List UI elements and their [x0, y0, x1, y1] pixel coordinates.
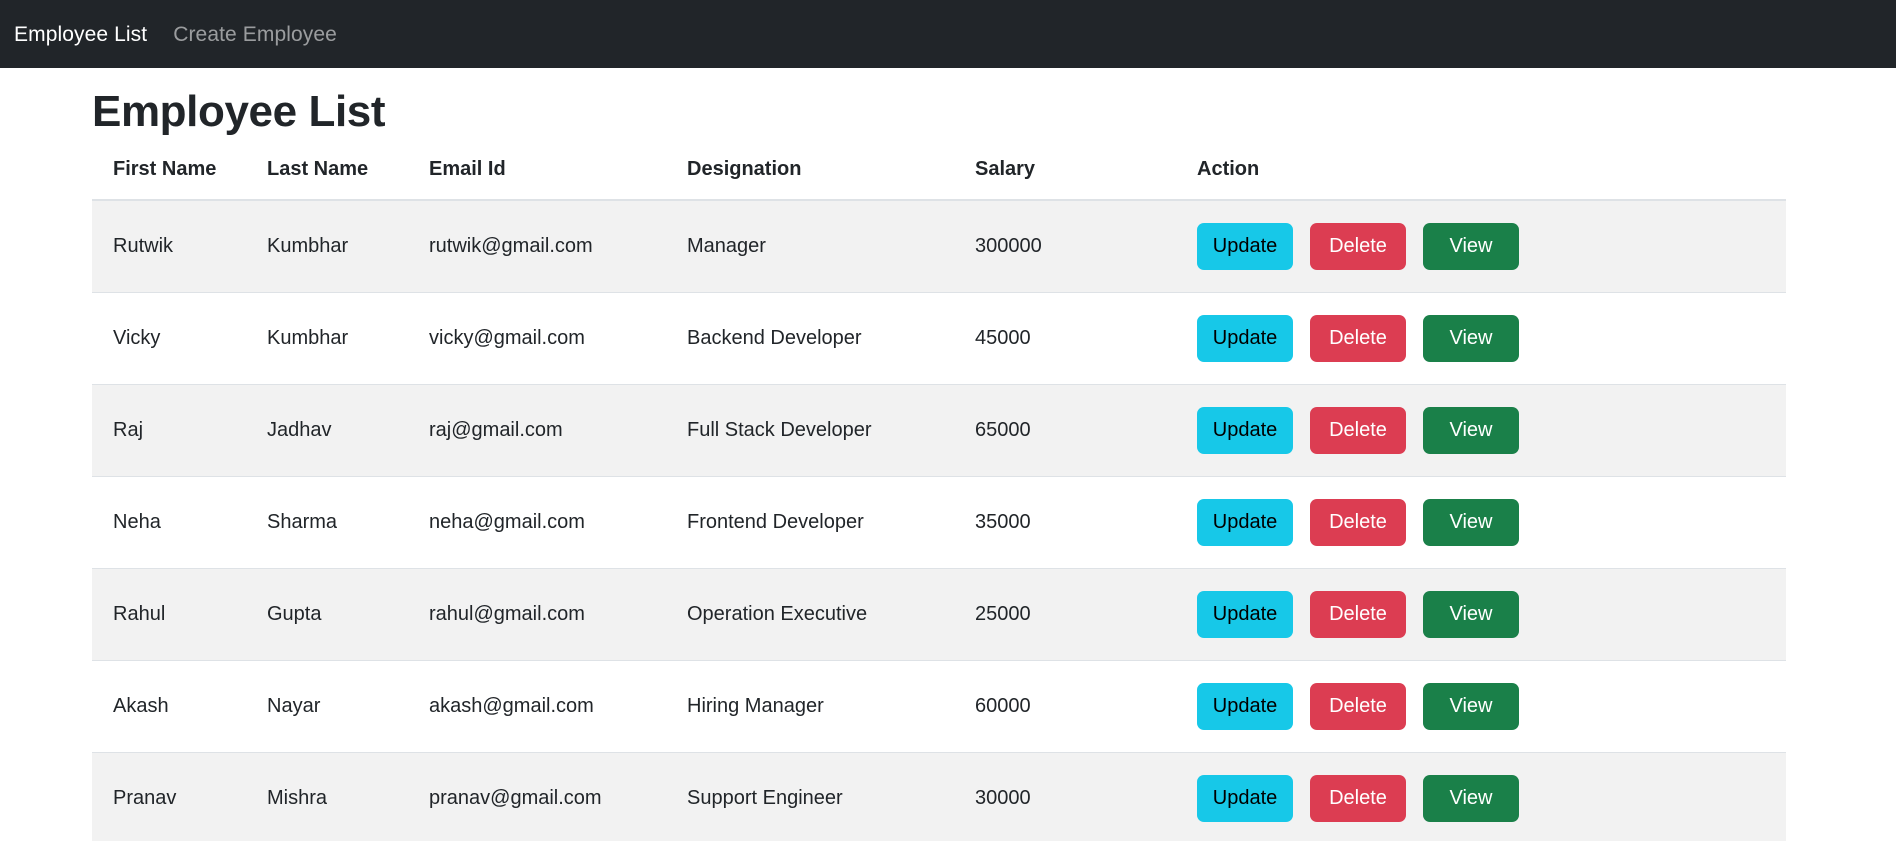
cell-last-name: Gupta	[267, 568, 429, 662]
cell-salary: 45000	[975, 292, 1197, 386]
cell-action: Update Delete View	[1197, 568, 1786, 662]
cell-email-id: akash@gmail.com	[429, 660, 687, 754]
cell-last-name: Mishra	[267, 752, 429, 841]
table-row: Vicky Kumbhar vicky@gmail.com Backend Devel…	[92, 292, 1786, 386]
page-title: Employee List	[92, 87, 386, 136]
table-row: Rutwik Kumbhar rutwik@gmail.com Manager 3000…	[92, 200, 1786, 294]
column-header-salary: Salary	[975, 158, 1197, 202]
cell-first-name: Vicky	[92, 292, 267, 386]
delete-button[interactable]: Delete	[1310, 683, 1406, 731]
cell-last-name: Sharma	[267, 476, 429, 570]
nav-link-employee-list[interactable]: Employee List	[14, 24, 147, 45]
cell-email-id: raj@gmail.com	[429, 384, 687, 478]
cell-email-id: pranav@gmail.com	[429, 752, 687, 841]
column-header-last-name: Last Name	[267, 158, 429, 202]
table-header-row: First Name Last Name Email Id Designatio…	[92, 158, 1786, 202]
cell-email-id: rahul@gmail.com	[429, 568, 687, 662]
cell-salary: 60000	[975, 660, 1197, 754]
cell-designation: Operation Executive	[687, 568, 975, 662]
top-navbar: Employee List Create Employee	[0, 0, 1896, 68]
cell-designation: Backend Developer	[687, 292, 975, 386]
update-button[interactable]: Update	[1197, 683, 1293, 731]
cell-salary: 300000	[975, 200, 1197, 294]
table-row: Pranav Mishra pranav@gmail.com Support Engi…	[92, 752, 1786, 841]
page-content: Employee List First Name Last Name Email…	[0, 87, 1896, 841]
delete-button[interactable]: Delete	[1310, 407, 1406, 455]
view-button[interactable]: View	[1423, 683, 1519, 731]
cell-last-name: Kumbhar	[267, 200, 429, 294]
employee-table: First Name Last Name Email Id Designatio…	[92, 158, 1786, 841]
action-button-group: Update Delete View	[1197, 775, 1786, 823]
cell-action: Update Delete View	[1197, 200, 1786, 294]
cell-salary: 30000	[975, 752, 1197, 841]
view-button[interactable]: View	[1423, 315, 1519, 363]
cell-designation: Hiring Manager	[687, 660, 975, 754]
table-row: Raj Jadhav raj@gmail.com Full Stack Develop…	[92, 384, 1786, 478]
action-button-group: Update Delete View	[1197, 683, 1786, 731]
cell-first-name: Pranav	[92, 752, 267, 841]
column-header-action: Action	[1197, 158, 1786, 202]
cell-salary: 35000	[975, 476, 1197, 570]
employee-table-container: First Name Last Name Email Id Designatio…	[92, 158, 1786, 841]
action-button-group: Update Delete View	[1197, 407, 1786, 455]
table-header: First Name Last Name Email Id Designatio…	[92, 158, 1786, 202]
update-button[interactable]: Update	[1197, 499, 1293, 547]
update-button[interactable]: Update	[1197, 775, 1293, 823]
cell-action: Update Delete View	[1197, 384, 1786, 478]
delete-button[interactable]: Delete	[1310, 775, 1406, 823]
update-button[interactable]: Update	[1197, 407, 1293, 455]
table-row: Rahul Gupta rahul@gmail.com Operation Execu…	[92, 568, 1786, 662]
cell-action: Update Delete View	[1197, 476, 1786, 570]
column-header-first-name: First Name	[92, 158, 267, 202]
cell-email-id: neha@gmail.com	[429, 476, 687, 570]
cell-last-name: Kumbhar	[267, 292, 429, 386]
delete-button[interactable]: Delete	[1310, 223, 1406, 271]
cell-action: Update Delete View	[1197, 660, 1786, 754]
cell-first-name: Rutwik	[92, 200, 267, 294]
action-button-group: Update Delete View	[1197, 223, 1786, 271]
table-row: Neha Sharma neha@gmail.com Frontend Develop…	[92, 476, 1786, 570]
view-button[interactable]: View	[1423, 407, 1519, 455]
cell-email-id: vicky@gmail.com	[429, 292, 687, 386]
action-button-group: Update Delete View	[1197, 315, 1786, 363]
cell-designation: Frontend Developer	[687, 476, 975, 570]
column-header-designation: Designation	[687, 158, 975, 202]
cell-first-name: Raj	[92, 384, 267, 478]
cell-last-name: Nayar	[267, 660, 429, 754]
cell-salary: 65000	[975, 384, 1197, 478]
action-button-group: Update Delete View	[1197, 499, 1786, 547]
table-row: Akash Nayar akash@gmail.com Hiring Manager 6…	[92, 660, 1786, 754]
nav-link-create-employee[interactable]: Create Employee	[173, 24, 337, 45]
view-button[interactable]: View	[1423, 223, 1519, 271]
action-button-group: Update Delete View	[1197, 591, 1786, 639]
cell-salary: 25000	[975, 568, 1197, 662]
cell-designation: Manager	[687, 200, 975, 294]
cell-action: Update Delete View	[1197, 752, 1786, 841]
view-button[interactable]: View	[1423, 591, 1519, 639]
view-button[interactable]: View	[1423, 775, 1519, 823]
update-button[interactable]: Update	[1197, 315, 1293, 363]
cell-email-id: rutwik@gmail.com	[429, 200, 687, 294]
delete-button[interactable]: Delete	[1310, 591, 1406, 639]
cell-first-name: Neha	[92, 476, 267, 570]
update-button[interactable]: Update	[1197, 223, 1293, 271]
cell-action: Update Delete View	[1197, 292, 1786, 386]
update-button[interactable]: Update	[1197, 591, 1293, 639]
cell-first-name: Akash	[92, 660, 267, 754]
cell-designation: Support Engineer	[687, 752, 975, 841]
cell-designation: Full Stack Developer	[687, 384, 975, 478]
cell-first-name: Rahul	[92, 568, 267, 662]
delete-button[interactable]: Delete	[1310, 499, 1406, 547]
delete-button[interactable]: Delete	[1310, 315, 1406, 363]
column-header-email-id: Email Id	[429, 158, 687, 202]
cell-last-name: Jadhav	[267, 384, 429, 478]
table-body: Rutwik Kumbhar rutwik@gmail.com Manager 3000…	[92, 200, 1786, 841]
view-button[interactable]: View	[1423, 499, 1519, 547]
